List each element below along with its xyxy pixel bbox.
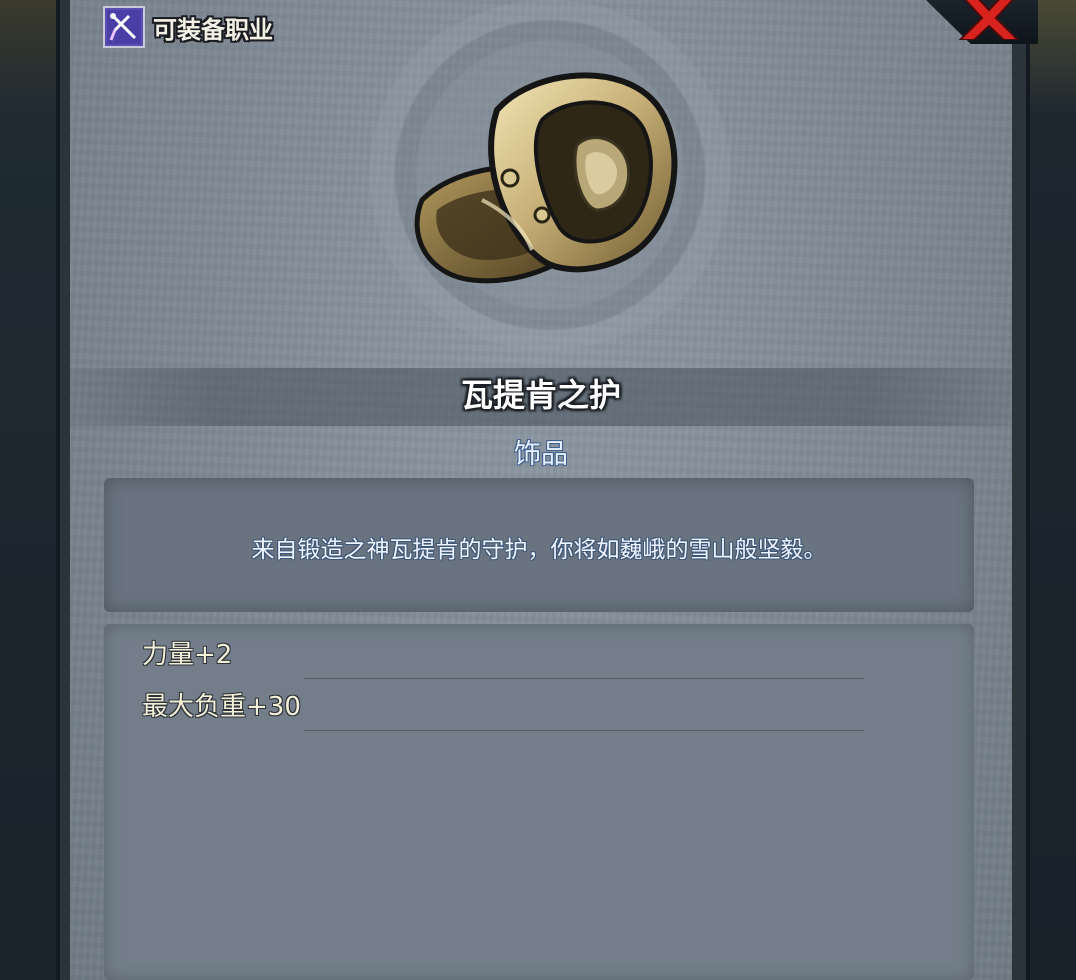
gold-ring-icon (392, 50, 692, 300)
stat-max-load: 最大负重+30 (142, 692, 301, 722)
equippable-class-label: 可装备职业 (153, 15, 273, 44)
item-description: 来自锻造之神瓦提肯的守护，你将如巍峨的雪山般坚毅。 (251, 537, 827, 563)
item-description-box: 来自锻造之神瓦提肯的守护，你将如巍峨的雪山般坚毅。 (104, 478, 974, 612)
background-left (0, 0, 60, 980)
item-type: 饰品 (514, 439, 568, 470)
close-x-icon[interactable] (954, 0, 1024, 41)
equippable-class-header: 可装备职业 (103, 6, 273, 48)
item-stats-box: 力量+2 最大负重+30 (104, 624, 974, 980)
item-name: 瓦提肯之护 (460, 376, 621, 414)
stat-strength: 力量+2 (142, 640, 233, 670)
crossed-swords-icon[interactable] (103, 6, 145, 48)
stat-divider (304, 678, 864, 679)
background-right (1026, 0, 1076, 980)
stat-divider (304, 730, 864, 731)
